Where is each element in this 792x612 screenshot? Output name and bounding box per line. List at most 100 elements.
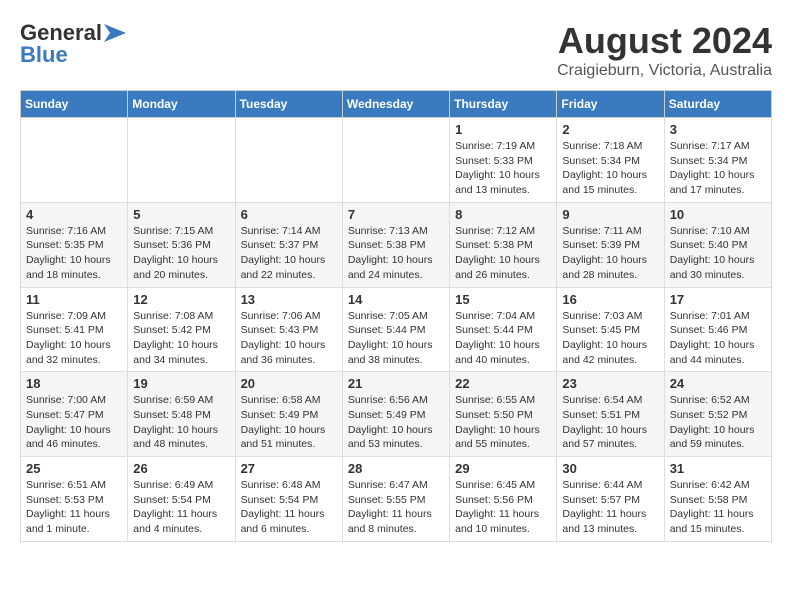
day-number: 31 xyxy=(670,461,766,476)
calendar-cell xyxy=(235,118,342,203)
day-info: Sunrise: 7:13 AM Sunset: 5:38 PM Dayligh… xyxy=(348,224,444,283)
calendar-table: SundayMondayTuesdayWednesdayThursdayFrid… xyxy=(20,90,772,542)
day-number: 26 xyxy=(133,461,229,476)
day-number: 16 xyxy=(562,292,658,307)
logo: General Blue xyxy=(20,20,126,68)
day-info: Sunrise: 6:48 AM Sunset: 5:54 PM Dayligh… xyxy=(241,478,337,537)
day-number: 27 xyxy=(241,461,337,476)
calendar-body: 1 Sunrise: 7:19 AM Sunset: 5:33 PM Daylig… xyxy=(21,118,772,542)
day-info: Sunrise: 7:03 AM Sunset: 5:45 PM Dayligh… xyxy=(562,309,658,368)
day-info: Sunrise: 6:44 AM Sunset: 5:57 PM Dayligh… xyxy=(562,478,658,537)
day-number: 4 xyxy=(26,207,122,222)
calendar-cell: 1 Sunrise: 7:19 AM Sunset: 5:33 PM Daylig… xyxy=(450,118,557,203)
day-number: 20 xyxy=(241,376,337,391)
day-info: Sunrise: 6:56 AM Sunset: 5:49 PM Dayligh… xyxy=(348,393,444,452)
calendar-week-3: 11Sunrise: 7:09 AM Sunset: 5:41 PM Dayli… xyxy=(21,287,772,372)
calendar-week-5: 25Sunrise: 6:51 AM Sunset: 5:53 PM Dayli… xyxy=(21,457,772,542)
location-subtitle: Craigieburn, Victoria, Australia xyxy=(557,62,772,80)
calendar-cell xyxy=(342,118,449,203)
day-number: 13 xyxy=(241,292,337,307)
calendar-cell: 8Sunrise: 7:12 AM Sunset: 5:38 PM Daylig… xyxy=(450,202,557,287)
page-header: General Blue August 2024 Craigieburn, Vi… xyxy=(20,20,772,80)
calendar-cell: 21 Sunrise: 6:56 AM Sunset: 5:49 PM Dayli… xyxy=(342,372,449,457)
day-number: 17 xyxy=(670,292,766,307)
calendar-cell: 2Sunrise: 7:18 AM Sunset: 5:34 PM Daylig… xyxy=(557,118,664,203)
month-year-title: August 2024 xyxy=(557,20,772,62)
day-number: 11 xyxy=(26,292,122,307)
day-number: 19 xyxy=(133,376,229,391)
weekday-header-monday: Monday xyxy=(128,91,235,118)
calendar-cell: 27 Sunrise: 6:48 AM Sunset: 5:54 PM Dayli… xyxy=(235,457,342,542)
day-number: 5 xyxy=(133,207,229,222)
day-number: 9 xyxy=(562,207,658,222)
calendar-cell: 23Sunrise: 6:54 AM Sunset: 5:51 PM Dayli… xyxy=(557,372,664,457)
day-number: 3 xyxy=(670,122,766,137)
day-info: Sunrise: 6:58 AM Sunset: 5:49 PM Dayligh… xyxy=(241,393,337,452)
calendar-cell: 17 Sunrise: 7:01 AM Sunset: 5:46 PM Dayli… xyxy=(664,287,771,372)
weekday-header-saturday: Saturday xyxy=(664,91,771,118)
day-number: 15 xyxy=(455,292,551,307)
calendar-cell: 22 Sunrise: 6:55 AM Sunset: 5:50 PM Dayli… xyxy=(450,372,557,457)
day-number: 29 xyxy=(455,461,551,476)
calendar-cell: 4 Sunrise: 7:16 AM Sunset: 5:35 PM Daylig… xyxy=(21,202,128,287)
calendar-cell: 31 Sunrise: 6:42 AM Sunset: 5:58 PM Dayli… xyxy=(664,457,771,542)
day-info: Sunrise: 7:19 AM Sunset: 5:33 PM Dayligh… xyxy=(455,139,551,198)
calendar-cell: 13Sunrise: 7:06 AM Sunset: 5:43 PM Dayli… xyxy=(235,287,342,372)
weekday-header-tuesday: Tuesday xyxy=(235,91,342,118)
calendar-cell: 15Sunrise: 7:04 AM Sunset: 5:44 PM Dayli… xyxy=(450,287,557,372)
calendar-cell xyxy=(21,118,128,203)
day-info: Sunrise: 7:05 AM Sunset: 5:44 PM Dayligh… xyxy=(348,309,444,368)
calendar-cell: 10Sunrise: 7:10 AM Sunset: 5:40 PM Dayli… xyxy=(664,202,771,287)
day-number: 18 xyxy=(26,376,122,391)
day-info: Sunrise: 6:52 AM Sunset: 5:52 PM Dayligh… xyxy=(670,393,766,452)
weekday-header-wednesday: Wednesday xyxy=(342,91,449,118)
day-number: 2 xyxy=(562,122,658,137)
calendar-cell: 26 Sunrise: 6:49 AM Sunset: 5:54 PM Dayli… xyxy=(128,457,235,542)
calendar-cell xyxy=(128,118,235,203)
day-info: Sunrise: 7:15 AM Sunset: 5:36 PM Dayligh… xyxy=(133,224,229,283)
day-info: Sunrise: 7:17 AM Sunset: 5:34 PM Dayligh… xyxy=(670,139,766,198)
day-number: 14 xyxy=(348,292,444,307)
calendar-cell: 6Sunrise: 7:14 AM Sunset: 5:37 PM Daylig… xyxy=(235,202,342,287)
day-info: Sunrise: 6:47 AM Sunset: 5:55 PM Dayligh… xyxy=(348,478,444,537)
day-number: 28 xyxy=(348,461,444,476)
calendar-cell: 30 Sunrise: 6:44 AM Sunset: 5:57 PM Dayli… xyxy=(557,457,664,542)
calendar-cell: 16 Sunrise: 7:03 AM Sunset: 5:45 PM Dayli… xyxy=(557,287,664,372)
day-number: 22 xyxy=(455,376,551,391)
calendar-cell: 28 Sunrise: 6:47 AM Sunset: 5:55 PM Dayli… xyxy=(342,457,449,542)
day-number: 12 xyxy=(133,292,229,307)
calendar-cell: 7Sunrise: 7:13 AM Sunset: 5:38 PM Daylig… xyxy=(342,202,449,287)
calendar-week-4: 18 Sunrise: 7:00 AM Sunset: 5:47 PM Dayli… xyxy=(21,372,772,457)
day-number: 21 xyxy=(348,376,444,391)
day-info: Sunrise: 7:16 AM Sunset: 5:35 PM Dayligh… xyxy=(26,224,122,283)
calendar-cell: 12 Sunrise: 7:08 AM Sunset: 5:42 PM Dayli… xyxy=(128,287,235,372)
calendar-cell: 19Sunrise: 6:59 AM Sunset: 5:48 PM Dayli… xyxy=(128,372,235,457)
day-number: 23 xyxy=(562,376,658,391)
calendar-cell: 20 Sunrise: 6:58 AM Sunset: 5:49 PM Dayli… xyxy=(235,372,342,457)
day-info: Sunrise: 7:12 AM Sunset: 5:38 PM Dayligh… xyxy=(455,224,551,283)
day-info: Sunrise: 7:08 AM Sunset: 5:42 PM Dayligh… xyxy=(133,309,229,368)
day-info: Sunrise: 6:51 AM Sunset: 5:53 PM Dayligh… xyxy=(26,478,122,537)
weekday-header-sunday: Sunday xyxy=(21,91,128,118)
day-info: Sunrise: 7:00 AM Sunset: 5:47 PM Dayligh… xyxy=(26,393,122,452)
calendar-cell: 3 Sunrise: 7:17 AM Sunset: 5:34 PM Daylig… xyxy=(664,118,771,203)
day-info: Sunrise: 6:42 AM Sunset: 5:58 PM Dayligh… xyxy=(670,478,766,537)
calendar-cell: 9Sunrise: 7:11 AM Sunset: 5:39 PM Daylig… xyxy=(557,202,664,287)
day-info: Sunrise: 6:45 AM Sunset: 5:56 PM Dayligh… xyxy=(455,478,551,537)
weekday-header-friday: Friday xyxy=(557,91,664,118)
calendar-cell: 25Sunrise: 6:51 AM Sunset: 5:53 PM Dayli… xyxy=(21,457,128,542)
day-number: 30 xyxy=(562,461,658,476)
calendar-cell: 5 Sunrise: 7:15 AM Sunset: 5:36 PM Daylig… xyxy=(128,202,235,287)
calendar-cell: 11Sunrise: 7:09 AM Sunset: 5:41 PM Dayli… xyxy=(21,287,128,372)
day-info: Sunrise: 6:55 AM Sunset: 5:50 PM Dayligh… xyxy=(455,393,551,452)
logo-arrow-icon xyxy=(104,24,126,42)
calendar-cell: 24 Sunrise: 6:52 AM Sunset: 5:52 PM Dayli… xyxy=(664,372,771,457)
day-info: Sunrise: 7:14 AM Sunset: 5:37 PM Dayligh… xyxy=(241,224,337,283)
day-info: Sunrise: 7:01 AM Sunset: 5:46 PM Dayligh… xyxy=(670,309,766,368)
day-number: 24 xyxy=(670,376,766,391)
day-number: 1 xyxy=(455,122,551,137)
title-block: August 2024 Craigieburn, Victoria, Austr… xyxy=(557,20,772,80)
calendar-header-row: SundayMondayTuesdayWednesdayThursdayFrid… xyxy=(21,91,772,118)
calendar-cell: 18 Sunrise: 7:00 AM Sunset: 5:47 PM Dayli… xyxy=(21,372,128,457)
day-info: Sunrise: 6:49 AM Sunset: 5:54 PM Dayligh… xyxy=(133,478,229,537)
